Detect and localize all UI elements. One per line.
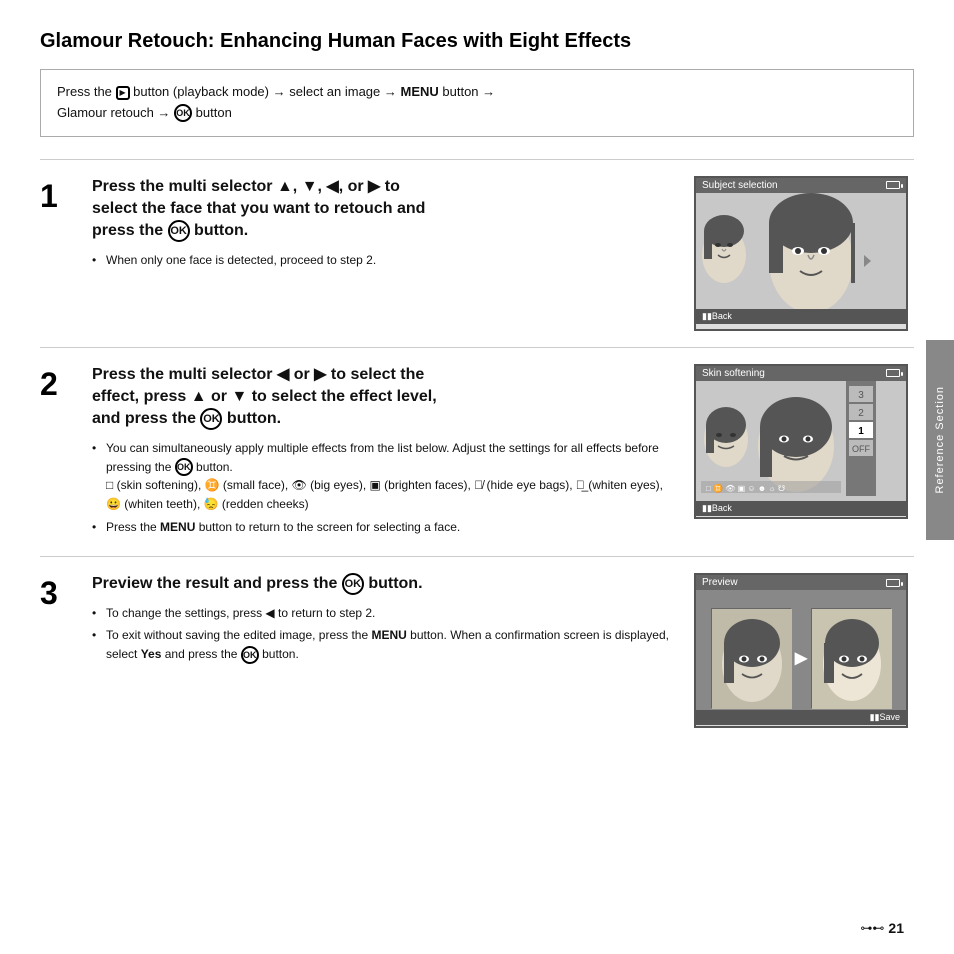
screen-3-bottom: ▮▮Save — [696, 710, 906, 725]
step-3-title: Preview the result and press the OK butt… — [92, 573, 678, 596]
screen-2-titlebar: Skin softening — [696, 366, 906, 381]
yes-label: Yes — [141, 647, 162, 661]
svg-text:OFF: OFF — [852, 444, 870, 454]
ok-inline-2: OK — [175, 458, 193, 476]
screen-1-body: ▮▮Back — [696, 193, 906, 324]
preview-after — [811, 608, 891, 708]
page-title: Glamour Retouch: Enhancing Human Faces w… — [40, 30, 914, 53]
step-2-bullet-1: You can simultaneously apply multiple ef… — [92, 439, 678, 514]
screen-1-title: Subject selection — [702, 180, 778, 191]
step-1-row: 1 Press the multi selector ▲, ▼, ◀, or ▶… — [40, 159, 914, 347]
step-3-bullet-2: To exit without saving the edited image,… — [92, 626, 678, 663]
step-1-image: Subject selection — [694, 176, 914, 331]
step-3-image: Preview — [694, 573, 914, 728]
step-1-number: 1 — [40, 176, 76, 331]
step-1-content: Press the multi selector ▲, ▼, ◀, or ▶ t… — [92, 176, 678, 331]
preview-before — [711, 608, 791, 708]
screen-2: Skin softening 3 2 — [694, 364, 908, 519]
svg-text:2: 2 — [858, 408, 864, 419]
battery-icon-3 — [886, 579, 900, 587]
side-tab-label: Reference Section — [934, 386, 946, 494]
step-2-bullets: You can simultaneously apply multiple ef… — [92, 439, 678, 536]
step-3-row: 3 Preview the result and press the OK bu… — [40, 556, 914, 744]
ok-inline-3: OK — [241, 646, 259, 664]
ok-btn-step3: OK — [342, 573, 364, 595]
screen-3-titlebar: Preview — [696, 575, 906, 590]
playback-icon: ▶ — [116, 86, 130, 100]
screen-2-body: 3 2 1 OFF — [696, 381, 906, 516]
step-2-row: 2 Press the multi selector ◀ or ▶ to sel… — [40, 347, 914, 557]
svg-text:3: 3 — [858, 390, 864, 401]
screen-3: Preview — [694, 573, 908, 728]
battery-icon-1 — [886, 181, 900, 189]
screen-1-back: ▮▮Back — [702, 311, 732, 321]
menu-bold-2: MENU — [160, 520, 195, 534]
screen-1: Subject selection — [694, 176, 908, 331]
screen-3-body: ▶ — [696, 590, 906, 725]
step-3-number: 3 — [40, 573, 76, 728]
side-tab: Reference Section — [926, 340, 954, 540]
ok-btn-step1: OK — [168, 220, 190, 242]
step-2-title: Press the multi selector ◀ or ▶ to selec… — [92, 364, 678, 431]
screen-1-bottom: ▮▮Back — [696, 309, 906, 324]
screen-1-titlebar: Subject selection — [696, 178, 906, 193]
ok-btn-step2: OK — [200, 408, 222, 430]
step-2-number: 2 — [40, 364, 76, 541]
step-3-bullet-1: To change the settings, press ◀ to retur… — [92, 604, 678, 623]
menu-label: MENU — [401, 84, 439, 99]
step-2-image: Skin softening 3 2 — [694, 364, 914, 541]
screen-1-svg — [696, 193, 876, 323]
before-svg — [712, 609, 792, 709]
page-content: Glamour Retouch: Enhancing Human Faces w… — [0, 0, 954, 764]
page-number: 21 — [888, 920, 904, 936]
step-1-bullet-1: When only one face is detected, proceed … — [92, 251, 678, 270]
instruction-box: Press the ▶ button (playback mode) → sel… — [40, 69, 914, 137]
preview-arrow: ▶ — [795, 648, 807, 668]
screen-3-title: Preview — [702, 577, 738, 588]
ok-button-inline: OK — [174, 104, 192, 122]
step-1-bullets: When only one face is detected, proceed … — [92, 251, 678, 270]
steps-area: 1 Press the multi selector ▲, ▼, ◀, or ▶… — [40, 159, 914, 745]
battery-icon-2 — [886, 369, 900, 377]
menu-bold-3: MENU — [371, 628, 406, 642]
step-3-content: Preview the result and press the OK butt… — [92, 573, 678, 728]
after-svg — [812, 609, 892, 709]
screen-2-bottom: ▮▮Back — [696, 501, 906, 516]
step-2-bullet-2: Press the MENU button to return to the s… — [92, 518, 678, 537]
screen-2-title: Skin softening — [702, 368, 765, 379]
svg-text:1: 1 — [858, 426, 864, 437]
step-1-title: Press the multi selector ▲, ▼, ◀, or ▶ t… — [92, 176, 678, 243]
page-footer: ⊶⊷ 21 — [860, 920, 904, 936]
step-2-content: Press the multi selector ◀ or ▶ to selec… — [92, 364, 678, 541]
footer-icon: ⊶⊷ — [860, 921, 884, 935]
screen-2-svg: 3 2 1 OFF — [696, 381, 876, 496]
step-3-bullets: To change the settings, press ◀ to retur… — [92, 604, 678, 664]
svg-text:□ ♊ 👁 ▣ ☺ ☻ ☼ ☋: □ ♊ 👁 ▣ ☺ ☻ ☼ ☋ — [706, 483, 785, 493]
